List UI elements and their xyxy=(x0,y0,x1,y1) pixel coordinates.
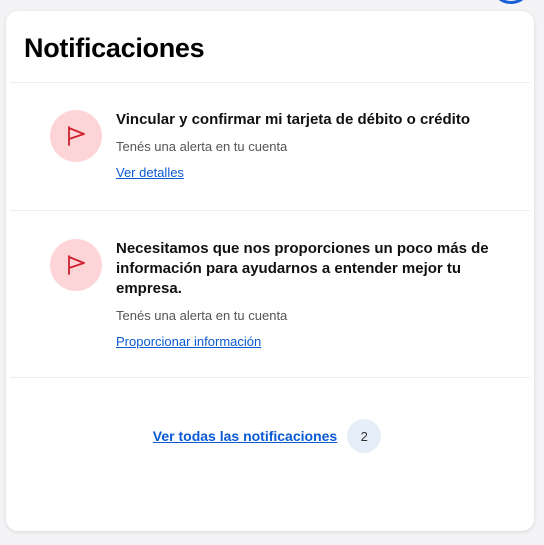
avatar-ring[interactable] xyxy=(492,0,530,4)
panel-footer: Ver todas las notificaciones 2 xyxy=(6,419,534,453)
notifications-panel: Notificaciones Vincular y confirmar mi t… xyxy=(6,11,534,531)
panel-title: Notificaciones xyxy=(24,33,205,63)
page: Notificaciones Vincular y confirmar mi t… xyxy=(0,0,544,545)
flag-icon xyxy=(50,110,102,162)
see-all-notifications-link[interactable]: Ver todas las notificaciones xyxy=(153,428,337,444)
notification-body: Vincular y confirmar mi tarjeta de débit… xyxy=(116,110,494,182)
notification-subtitle: Tenés una alerta en tu cuenta xyxy=(116,308,288,323)
notification-body: Necesitamos que nos proporciones un poco… xyxy=(116,239,494,351)
notification-count-badge: 2 xyxy=(347,419,382,453)
view-details-link[interactable]: Ver detalles xyxy=(116,164,184,182)
divider xyxy=(10,210,530,211)
divider xyxy=(10,377,530,378)
provide-info-link[interactable]: Proporcionar información xyxy=(116,333,261,351)
notification-subtitle: Tenés una alerta en tu cuenta xyxy=(116,139,288,154)
notification-title: Vincular y confirmar mi tarjeta de débit… xyxy=(116,111,470,128)
notification-title: Necesitamos que nos proporciones un poco… xyxy=(116,240,489,297)
flag-icon xyxy=(50,239,102,291)
divider xyxy=(10,82,530,83)
